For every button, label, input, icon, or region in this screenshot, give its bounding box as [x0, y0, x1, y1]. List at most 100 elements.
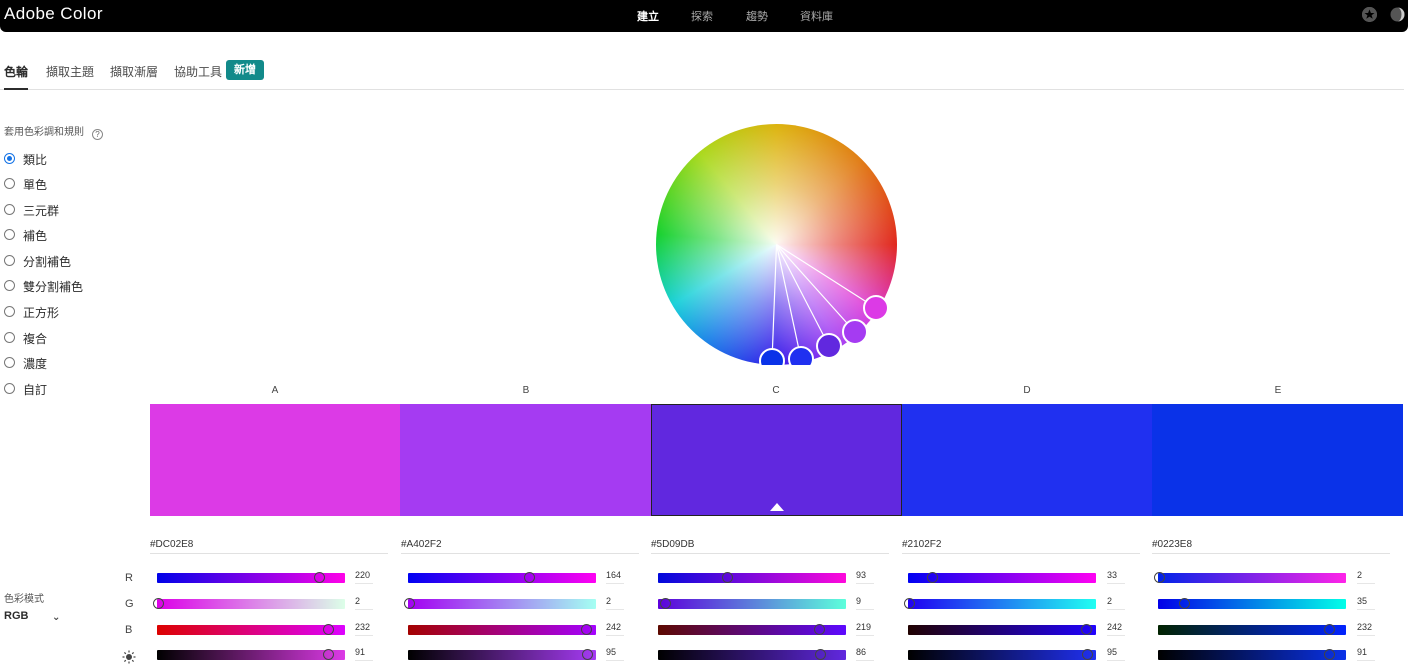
nav-create[interactable]: 建立: [637, 8, 659, 24]
slider-brightness-d[interactable]: [908, 649, 1096, 660]
radio-icon[interactable]: [4, 204, 15, 215]
slider-g-a[interactable]: [153, 598, 345, 609]
radio-icon[interactable]: [4, 280, 15, 291]
value-brightness-a[interactable]: 91: [355, 647, 373, 661]
slider-brightness-e[interactable]: [1158, 649, 1346, 660]
value-r-c[interactable]: 93: [856, 570, 874, 584]
slider-thumb[interactable]: [323, 649, 335, 660]
radio-icon[interactable]: [4, 229, 15, 240]
hex-input-e[interactable]: #0223E8: [1152, 539, 1390, 554]
value-b-d[interactable]: 242: [1107, 622, 1125, 636]
hex-input-d[interactable]: #2102F2: [902, 539, 1140, 554]
radio-icon[interactable]: [4, 306, 15, 317]
value-r-a[interactable]: 220: [355, 570, 373, 584]
swatch-d[interactable]: [902, 404, 1153, 516]
value-g-c[interactable]: 9: [856, 596, 874, 610]
slider-thumb[interactable]: [153, 598, 165, 609]
help-icon[interactable]: ?: [92, 129, 103, 140]
value-brightness-b[interactable]: 95: [606, 647, 624, 661]
wheel-handle-b[interactable]: [842, 319, 868, 345]
slider-r-a[interactable]: [157, 572, 345, 583]
value-g-a[interactable]: 2: [355, 596, 373, 610]
slider-g-b[interactable]: [404, 598, 596, 609]
radio-icon[interactable]: [4, 178, 15, 189]
slider-thumb[interactable]: [523, 572, 535, 583]
value-g-d[interactable]: 2: [1107, 596, 1125, 610]
slider-thumb[interactable]: [721, 572, 733, 583]
slider-g-c[interactable]: [658, 598, 846, 609]
value-g-e[interactable]: 35: [1357, 596, 1375, 610]
slider-thumb[interactable]: [404, 598, 416, 609]
value-brightness-e[interactable]: 91: [1357, 647, 1375, 661]
slider-b-c[interactable]: [658, 624, 846, 635]
wheel-handle-d[interactable]: [788, 346, 814, 365]
value-r-e[interactable]: 2: [1357, 570, 1375, 584]
value-b-b[interactable]: 242: [606, 622, 624, 636]
slider-r-c[interactable]: [658, 572, 846, 583]
value-b-a[interactable]: 232: [355, 622, 373, 636]
tab-extract-gradient[interactable]: 擷取漸層: [110, 63, 158, 90]
slider-thumb[interactable]: [1178, 598, 1190, 609]
hex-input-a[interactable]: #DC02E8: [150, 539, 388, 554]
nav-explore[interactable]: 探索: [691, 8, 713, 24]
value-r-d[interactable]: 33: [1107, 570, 1125, 584]
value-b-c[interactable]: 219: [856, 622, 874, 636]
slider-thumb[interactable]: [814, 624, 826, 635]
wheel-handle-c[interactable]: [816, 333, 842, 359]
slider-thumb[interactable]: [1154, 572, 1166, 583]
swatch-b[interactable]: [400, 404, 651, 516]
slider-b-b[interactable]: [408, 624, 596, 635]
swatch-c[interactable]: [651, 404, 902, 516]
star-icon[interactable]: [1362, 7, 1377, 22]
swatch-e[interactable]: [1152, 404, 1403, 516]
value-r-b[interactable]: 164: [606, 570, 624, 584]
slider-thumb[interactable]: [927, 572, 939, 583]
theme-toggle-icon[interactable]: [1390, 7, 1405, 22]
radio-icon[interactable]: [4, 255, 15, 266]
slider-thumb[interactable]: [581, 624, 593, 635]
slider-brightness-b[interactable]: [408, 649, 596, 660]
radio-icon[interactable]: [4, 332, 15, 343]
slider-thumb[interactable]: [1324, 649, 1336, 660]
slider-g-e[interactable]: [1158, 598, 1346, 609]
radio-icon[interactable]: [4, 357, 15, 368]
slider-thumb[interactable]: [323, 624, 335, 635]
nav-trends[interactable]: 趨勢: [746, 8, 768, 24]
slider-b-e[interactable]: [1158, 624, 1346, 635]
new-badge[interactable]: 新增: [226, 60, 264, 80]
hex-input-b[interactable]: #A402F2: [401, 539, 639, 554]
slider-thumb[interactable]: [1081, 649, 1093, 660]
slider-b-d[interactable]: [908, 624, 1096, 635]
slider-brightness-a[interactable]: [157, 649, 345, 660]
slider-thumb[interactable]: [1081, 624, 1093, 635]
rule-label: 補色: [23, 229, 48, 243]
value-g-b[interactable]: 2: [606, 596, 624, 610]
slider-b-a[interactable]: [157, 624, 345, 635]
slider-thumb[interactable]: [1324, 624, 1336, 635]
slider-brightness-c[interactable]: [658, 649, 846, 660]
value-brightness-d[interactable]: 95: [1107, 647, 1125, 661]
slider-r-d[interactable]: [908, 572, 1096, 583]
slider-thumb[interactable]: [814, 649, 826, 660]
slider-thumb[interactable]: [314, 572, 326, 583]
nav-library[interactable]: 資料庫: [800, 8, 833, 24]
wheel-handle-a[interactable]: [863, 295, 889, 321]
tab-extract-theme[interactable]: 擷取主題: [46, 63, 94, 90]
hex-input-c[interactable]: #5D09DB: [651, 539, 889, 554]
value-b-e[interactable]: 232: [1357, 622, 1375, 636]
tab-color-wheel[interactable]: 色輪: [4, 63, 29, 90]
swatch-a[interactable]: [150, 404, 401, 516]
tab-accessibility-tools[interactable]: 協助工具: [174, 63, 222, 90]
slider-thumb[interactable]: [659, 598, 671, 609]
radio-icon[interactable]: [4, 153, 15, 164]
slider-thumb[interactable]: [581, 649, 593, 660]
color-wheel[interactable]: [656, 124, 897, 365]
color-mode-select[interactable]: RGB ⌄: [4, 610, 64, 623]
radio-icon[interactable]: [4, 383, 15, 394]
slider-thumb[interactable]: [904, 598, 916, 609]
slider-g-d[interactable]: [904, 598, 1096, 609]
value-brightness-c[interactable]: 86: [856, 647, 874, 661]
slider-r-e[interactable]: [1154, 572, 1346, 583]
slider-r-b[interactable]: [408, 572, 596, 583]
wheel-handle-e[interactable]: [759, 348, 785, 365]
